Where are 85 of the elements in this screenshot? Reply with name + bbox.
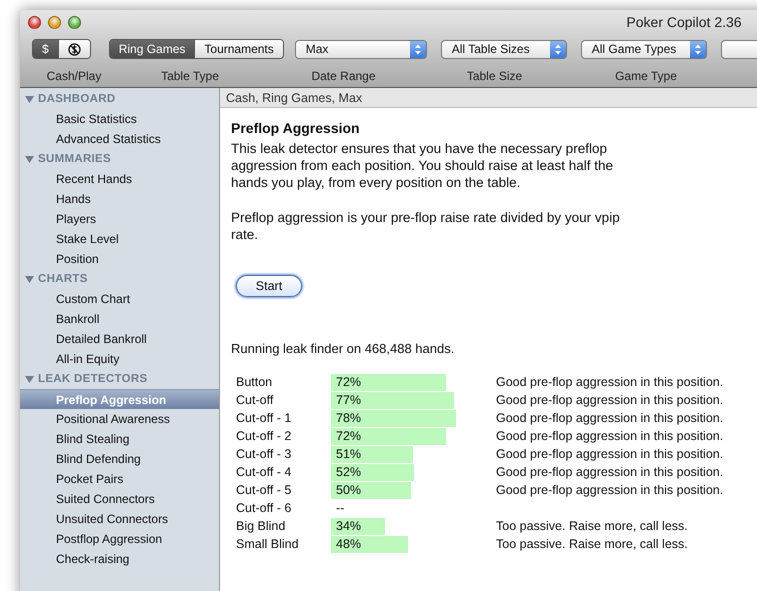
popup-button[interactable]: Max [294,40,427,58]
sidebar-group-heading: DASHBOARD [38,93,116,105]
assessment-text: Good pre-flop aggression in this position. [496,429,724,443]
toolbar-label: Date Range [310,68,377,82]
sidebar-item[interactable]: Position [20,249,219,269]
aggression-value: 48% [336,536,362,550]
position-label: Cut-off - 1 [236,411,292,425]
toolbar-label: Cash/Play [46,68,102,82]
sidebar-item[interactable]: Pocket Pairs [20,469,219,489]
table-type-segment[interactable]: Tournaments [194,40,283,58]
sidebar-item[interactable]: Players [20,209,219,229]
aggression-value: 34% [336,518,362,532]
window-control-icon[interactable] [48,16,61,28]
sidebar-item[interactable]: Advanced Statistics [20,129,219,149]
aggression-value: 72% [336,428,362,442]
stepper-arrows-icon [550,40,566,58]
assessment-text: Good pre-flop aggression in this position. [496,447,724,461]
aggression-value: 50% [336,482,362,496]
detector-title: Preflop Aggression [231,120,361,136]
cash-segment[interactable]: $ [33,40,58,58]
position-label: Cut-off - 4 [236,465,292,479]
description-text: Preflop aggression is your pre-flop raise rate divided by your vpip rate. [231,209,621,243]
sidebar-item[interactable]: Blind Defending [20,449,219,469]
status-text: Running leak finder on 468,488 hands. [231,341,456,356]
position-label: Small Blind [236,537,300,551]
play-money-segment[interactable] [58,40,90,58]
window-title: Poker Copilot 2.36 [625,14,743,30]
expanded-triangle-icon[interactable] [25,274,34,284]
toolbar-label: Table Type [160,68,220,82]
aggression-bar [331,518,386,534]
sidebar-item[interactable]: Blind Stealing [20,429,219,449]
aggression-value: 52% [336,464,362,478]
no-dollar-icon [68,42,81,56]
cash-play-control[interactable]: $ [32,39,91,59]
sidebar-item[interactable]: Basic Statistics [20,109,219,129]
aggression-value: 51% [336,446,362,460]
position-label: Big Blind [236,519,286,533]
aggression-value: 77% [336,392,362,406]
popup-button[interactable]: All Game Types [580,40,707,58]
sidebar-item[interactable]: Custom Chart [20,289,219,309]
assessment-text: Good pre-flop aggression in this position. [496,375,724,389]
window-control-icon[interactable] [68,16,81,28]
expanded-triangle-icon[interactable] [25,374,34,384]
toolbar-label: Game Type [614,68,678,82]
sidebar-item[interactable]: Positional Awareness [20,409,219,429]
sidebar-group-heading: CHARTS [38,273,88,285]
stepper-arrows-icon [690,40,706,58]
table-type-control[interactable]: Ring Games Tournaments [108,39,284,59]
expanded-triangle-icon[interactable] [25,154,34,164]
sidebar-item[interactable]: Check-raising [20,549,219,569]
sidebar-item[interactable]: Suited Connectors [20,489,219,509]
stepper-arrows-icon [410,40,426,58]
popup-button[interactable]: All Table Sizes [440,40,567,58]
assessment-text: Good pre-flop aggression in this position. [496,483,724,497]
sidebar-item[interactable]: All-in Equity [20,349,219,369]
assessment-text: Good pre-flop aggression in this position. [496,393,724,407]
position-label: Cut-off - 5 [236,483,292,497]
assessment-text: Good pre-flop aggression in this position. [496,465,724,479]
aggression-value: -- [336,500,344,514]
position-label: Cut-off - 2 [236,429,292,443]
toolbar-label: Table Size [466,68,524,82]
position-label: Cut-off - 3 [236,447,292,461]
sidebar-group-heading: SUMMARIES [38,153,111,165]
aggression-value: 78% [336,410,362,424]
position-label: Button [236,375,274,389]
table-type-segment[interactable]: Ring Games [110,40,194,58]
aggression-value: 72% [336,374,362,388]
assessment-text: Too passive. Raise more, call less. [496,519,688,533]
sidebar-item[interactable]: Hands [20,189,219,209]
sidebar-item[interactable]: Bankroll [20,309,219,329]
window-control-icon[interactable] [28,16,41,28]
assessment-text: Good pre-flop aggression in this position. [496,411,724,425]
position-label: Cut-off - 6 [236,501,292,515]
position-label: Cut-off [236,393,274,407]
filter-summary-header: Cash, Ring Games, Max [220,88,757,108]
sidebar-item[interactable]: Detailed Bankroll [20,329,219,349]
sidebar-item[interactable]: Postflop Aggression [20,529,219,549]
sidebar-item[interactable]: Stake Level [20,229,219,249]
sidebar-group-heading: LEAK DETECTORS [38,373,148,385]
sidebar-item[interactable]: Unsuited Connectors [20,509,219,529]
start-button[interactable]: Start [236,275,302,297]
assessment-text: Too passive. Raise more, call less. [496,537,688,551]
expanded-triangle-icon[interactable] [25,94,34,104]
sidebar-item[interactable]: Recent Hands [20,169,219,189]
description-text: This leak detector ensures that you have the necessary preflop aggression from each position. You should raise at least half the hands you play, from every position on the table. [231,140,614,191]
